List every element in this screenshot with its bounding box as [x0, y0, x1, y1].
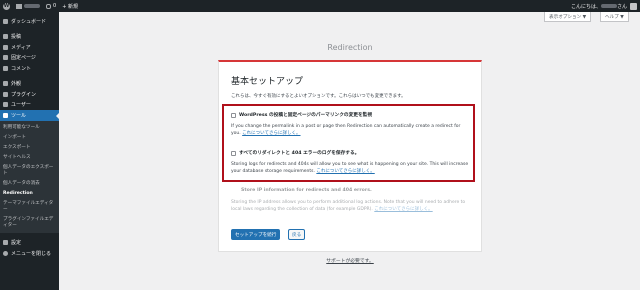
store-ip-option[interactable]: Store IP information for redirects and 4… — [241, 188, 372, 193]
tools-submenu: 利用可能なツール インポート エクスポート サイトヘルス 個人データのエクスポー… — [0, 120, 59, 233]
screen-options-label: 表示オプション ▼ — [549, 14, 587, 20]
submenu-item-theme-editor[interactable]: テーマファイルエディター — [0, 199, 59, 215]
sidebar-item-label: プラグイン — [11, 91, 37, 98]
sidebar-item-label: ダッシュボード — [11, 18, 47, 25]
comments-count: 0 — [53, 3, 57, 9]
sidebar-item-pages[interactable]: 固定ページ — [0, 53, 59, 64]
submenu-item-import[interactable]: インポート — [0, 133, 59, 143]
home-icon — [16, 3, 22, 9]
page-icon — [3, 55, 8, 61]
help-label: ヘルプ ▼ — [605, 14, 624, 20]
sidebar-item-appearance[interactable]: 外観 — [0, 79, 59, 90]
wordpress-logo-icon: W — [3, 2, 10, 10]
my-account-menu[interactable]: こんにちは、 さん — [568, 0, 640, 12]
user-icon — [3, 102, 8, 108]
learn-more-link[interactable]: これについてさらに詳しく。 — [374, 207, 432, 212]
support-area: サポートが必要です。 — [218, 257, 482, 264]
site-name-menu[interactable] — [13, 0, 43, 12]
dashboard-icon — [3, 18, 8, 24]
admin-bar: W 0 + 新規 こんにちは、 さん — [0, 0, 640, 12]
sidebar-item-plugins[interactable]: プラグイン — [0, 89, 59, 100]
page-title: Redirection — [327, 43, 373, 52]
tools-icon — [3, 112, 8, 118]
sidebar-item-label: 固定ページ — [11, 55, 36, 62]
sidebar-item-settings[interactable]: 設定 — [0, 238, 59, 249]
submenu-item-site-health[interactable]: サイトヘルス — [0, 153, 59, 163]
settings-icon — [3, 240, 8, 246]
comments-menu[interactable]: 0 — [43, 0, 59, 12]
support-link[interactable]: サポートが必要です。 — [326, 259, 374, 264]
wp-logo-menu[interactable]: W — [0, 0, 13, 12]
sidebar-item-tools[interactable]: ツール — [0, 110, 59, 121]
sidebar-item-label: 外観 — [11, 81, 22, 88]
sidebar-item-label: メディア — [11, 44, 31, 51]
store-ip-description: Storing the IP address allows you to per… — [231, 200, 471, 213]
site-name-redacted — [24, 4, 40, 8]
sidebar-item-label: メニューを閉じる — [11, 250, 52, 257]
intro-text: これらは、今すぐ有効にするとよいオプションです。これらはいつでも変更できます。 — [231, 94, 406, 99]
sidebar-collapse-button[interactable]: メニューを閉じる — [0, 248, 59, 259]
option-label: Store IP information for redirects and 4… — [241, 188, 372, 193]
sidebar-item-label: コメント — [11, 65, 32, 72]
submenu-item-export[interactable]: エクスポート — [0, 143, 59, 153]
sidebar-item-label: 投稿 — [11, 34, 22, 41]
appearance-icon — [3, 81, 8, 87]
submenu-item-export-personal-data[interactable]: 個人データのエクスポート — [0, 163, 59, 179]
username-redacted — [600, 4, 617, 8]
back-button[interactable]: 戻る — [288, 229, 306, 240]
greeting-suffix: さん — [616, 3, 627, 10]
sidebar-item-label: ツール — [11, 112, 27, 119]
sidebar-item-users[interactable]: ユーザー — [0, 100, 59, 111]
card-title: 基本セットアップ — [231, 77, 304, 87]
sidebar-item-dashboard[interactable]: ダッシュボード — [0, 16, 59, 27]
submenu-item-erase-personal-data[interactable]: 個人データの消去 — [0, 179, 59, 189]
media-icon — [3, 44, 8, 50]
sidebar-item-comments[interactable]: コメント — [0, 63, 59, 74]
new-content-label: + 新規 — [62, 3, 78, 10]
pin-icon — [3, 34, 8, 40]
continue-setup-button[interactable]: セットアップを続行 — [231, 229, 281, 240]
new-content-menu[interactable]: + 新規 — [59, 0, 81, 12]
admin-sidebar: ダッシュボード 投稿 メディア 固定ページ コメント 外観 プラグイン ユーザー… — [0, 12, 59, 290]
comment-bubble-icon — [46, 3, 51, 9]
submenu-item-redirection[interactable]: Redirection — [0, 189, 59, 199]
collapse-icon — [3, 250, 8, 256]
sidebar-item-posts[interactable]: 投稿 — [0, 32, 59, 43]
comment-icon — [3, 65, 8, 71]
sidebar-item-media[interactable]: メディア — [0, 42, 59, 53]
submenu-item-plugin-editor[interactable]: プラグインファイルエディター — [0, 215, 59, 231]
sidebar-item-label: ユーザー — [11, 102, 31, 109]
greeting-text: こんにちは、 — [570, 3, 601, 10]
help-tab[interactable]: ヘルプ ▼ — [600, 12, 629, 22]
plugin-icon — [3, 91, 8, 97]
submenu-item-available-tools[interactable]: 利用可能なツール — [0, 123, 59, 133]
highlight-box — [222, 104, 475, 182]
sidebar-item-label: 設定 — [11, 240, 22, 247]
screen-options-tab[interactable]: 表示オプション ▼ — [544, 12, 592, 22]
avatar — [630, 2, 637, 10]
